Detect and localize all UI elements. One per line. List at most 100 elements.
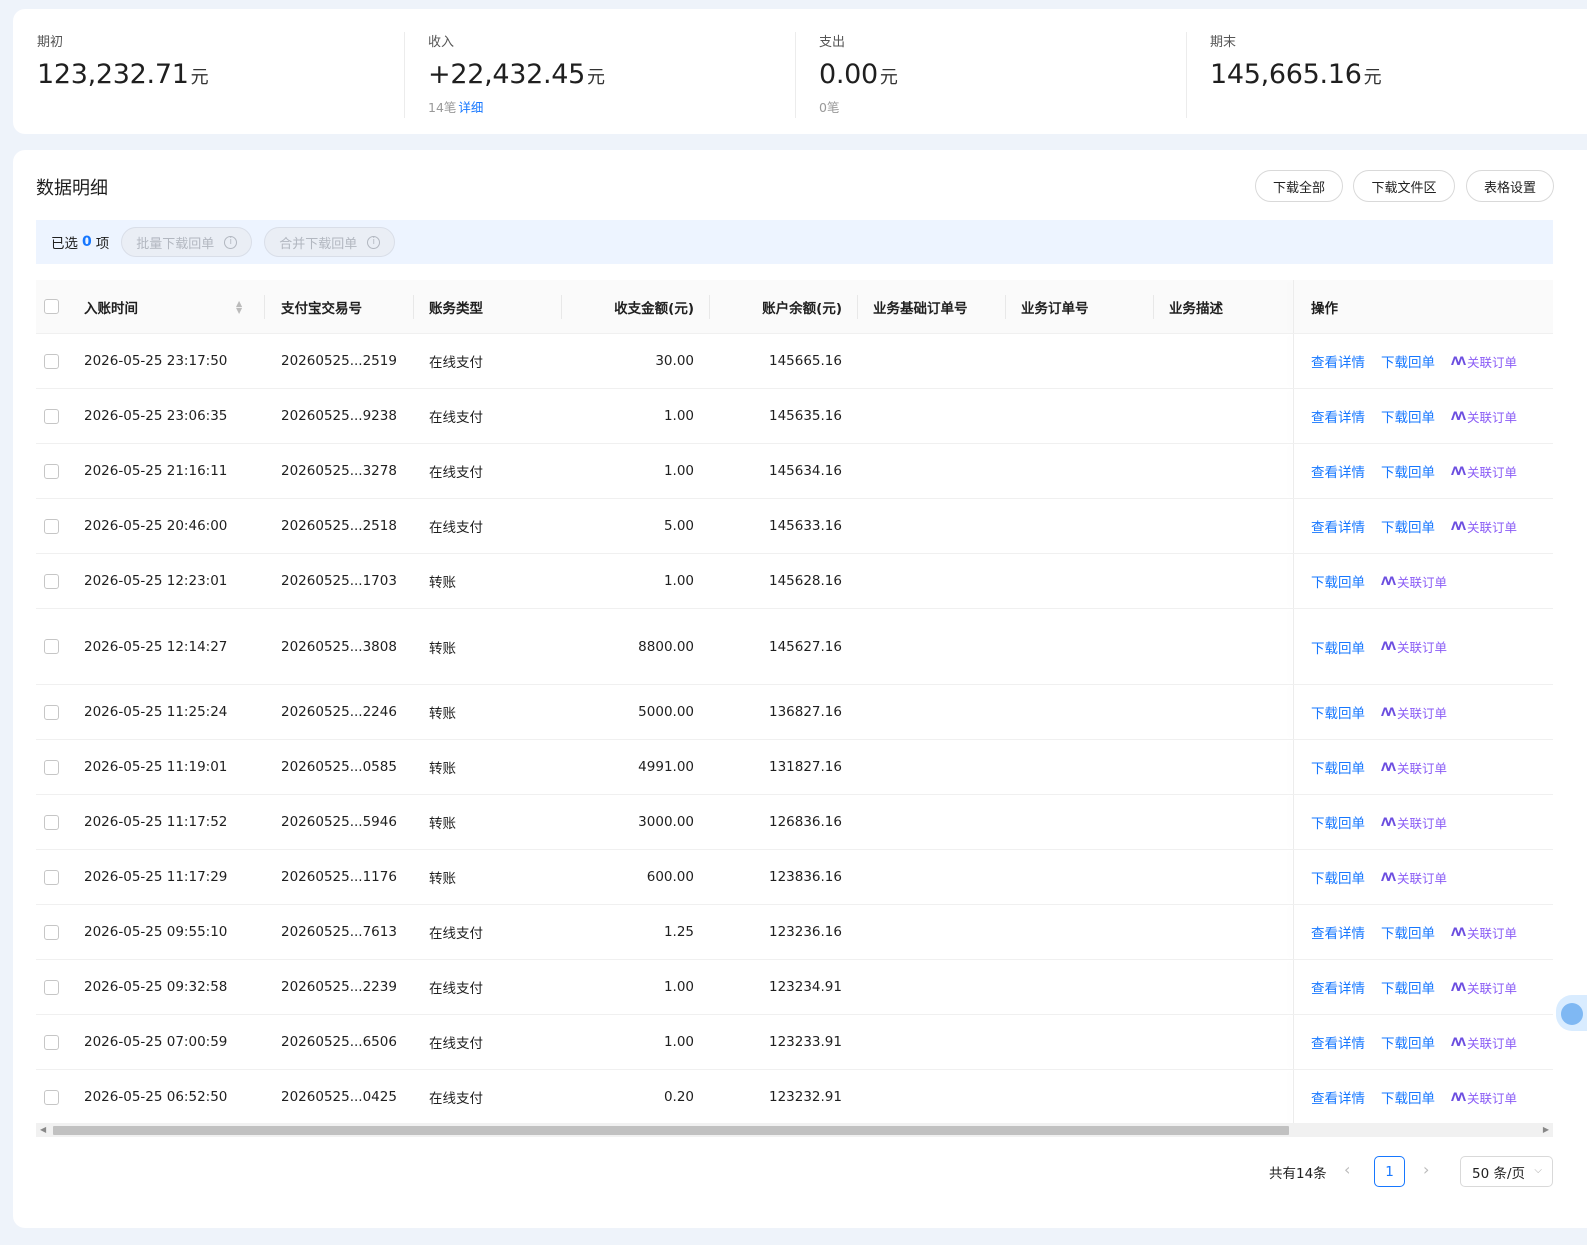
cell-amount: 1.00 (663, 463, 694, 479)
link-order-icon: ᐱᐱ (1381, 640, 1396, 653)
row-checkbox[interactable] (44, 759, 59, 775)
download-receipt-link[interactable]: 下载回单 (1381, 977, 1435, 997)
link-order-link[interactable]: ᐱᐱ 关联订单 (1451, 1033, 1517, 1052)
scrollbar-thumb[interactable] (53, 1126, 1289, 1135)
batch-download-button[interactable]: 批量下载回单 i (121, 227, 253, 257)
download-receipt-link[interactable]: 下载回单 (1311, 867, 1365, 887)
row-checkbox[interactable] (44, 1089, 59, 1105)
row-checkbox[interactable] (44, 1034, 59, 1050)
cell-type: 转账 (429, 706, 456, 722)
cell-time: 2026-05-25 23:17:50 (84, 353, 228, 369)
header-balance: 账户余额(元) (762, 300, 842, 317)
view-detail-link[interactable]: 查看详情 (1311, 1032, 1365, 1052)
link-order-link[interactable]: ᐱᐱ 关联订单 (1451, 1088, 1517, 1107)
cell-balance: 145665.16 (768, 353, 842, 369)
prev-page-icon[interactable]: ‹ (1344, 1160, 1350, 1179)
cell-trade-no: 20260525...7613 (281, 924, 397, 940)
download-all-button[interactable]: 下载全部 (1255, 170, 1343, 202)
download-receipt-link[interactable]: 下载回单 (1381, 922, 1435, 942)
download-receipt-link[interactable]: 下载回单 (1311, 637, 1365, 657)
link-order-link[interactable]: ᐱᐱ 关联订单 (1451, 462, 1517, 481)
download-receipt-link[interactable]: 下载回单 (1311, 812, 1365, 832)
page-current[interactable]: 1 (1374, 1156, 1405, 1187)
cell-amount: 0.20 (663, 1089, 694, 1105)
row-checkbox[interactable] (44, 408, 59, 424)
stat-label: 期初 (37, 35, 64, 50)
link-order-link[interactable]: ᐱᐱ 关联订单 (1381, 703, 1447, 722)
cell-ops: 下载回单 ᐱᐱ 关联订单 (1311, 795, 1447, 849)
download-receipt-link[interactable]: 下载回单 (1311, 702, 1365, 722)
row-checkbox[interactable] (44, 979, 59, 995)
stat-count: 14笔 (428, 100, 457, 115)
view-detail-link[interactable]: 查看详情 (1311, 351, 1365, 371)
stat-unit: 元 (879, 67, 898, 88)
stat-value: 0.00 (819, 59, 878, 90)
detail-card: 数据明细 下载全部 下载文件区 表格设置 已选 0 项 批量下载回单 i 合并下… (13, 150, 1587, 1228)
cell-time: 2026-05-25 11:17:29 (84, 869, 228, 885)
table-settings-button[interactable]: 表格设置 (1466, 170, 1554, 202)
row-checkbox[interactable] (44, 869, 59, 885)
cell-type: 在线支付 (429, 520, 483, 536)
cell-type: 在线支付 (429, 1036, 483, 1052)
page-size-select[interactable]: 50 条/页 ⌵ (1460, 1156, 1553, 1187)
link-order-link[interactable]: ᐱᐱ 关联订单 (1451, 407, 1517, 426)
download-receipt-link[interactable]: 下载回单 (1381, 1032, 1435, 1052)
link-order-link[interactable]: ᐱᐱ 关联订单 (1451, 352, 1517, 371)
link-order-icon: ᐱᐱ (1451, 354, 1466, 368)
cell-amount: 4991.00 (638, 759, 694, 775)
row-checkbox[interactable] (44, 463, 59, 479)
cell-time: 2026-05-25 07:00:59 (84, 1034, 228, 1050)
sort-icon[interactable]: ▲ ▼ (236, 280, 242, 333)
link-order-link[interactable]: ᐱᐱ 关联订单 (1381, 572, 1447, 591)
row-checkbox[interactable] (44, 924, 59, 940)
stat-label: 支出 (819, 35, 846, 50)
download-receipt-link[interactable]: 下载回单 (1311, 571, 1365, 591)
link-order-link[interactable]: ᐱᐱ 关联订单 (1451, 923, 1517, 942)
row-checkbox[interactable] (44, 639, 59, 654)
cell-balance: 131827.16 (768, 759, 842, 775)
download-receipt-link[interactable]: 下载回单 (1381, 461, 1435, 481)
download-receipt-link[interactable]: 下载回单 (1381, 406, 1435, 426)
view-detail-link[interactable]: 查看详情 (1311, 406, 1365, 426)
link-order-link[interactable]: ᐱᐱ 关联订单 (1381, 868, 1447, 887)
row-checkbox[interactable] (44, 353, 59, 369)
view-detail-link[interactable]: 查看详情 (1311, 461, 1365, 481)
table-row: 2026-05-25 12:23:01 20260525...1703 转账 1.00… (36, 554, 1553, 609)
link-order-link[interactable]: ᐱᐱ 关联订单 (1451, 978, 1517, 997)
horizontal-scrollbar[interactable]: ◀ ▶ (36, 1123, 1553, 1137)
download-receipt-link[interactable]: 下载回单 (1311, 757, 1365, 777)
select-all-checkbox[interactable] (44, 299, 59, 314)
download-receipt-link[interactable]: 下载回单 (1381, 351, 1435, 371)
view-detail-link[interactable]: 查看详情 (1311, 922, 1365, 942)
row-checkbox[interactable] (44, 518, 59, 534)
next-page-icon[interactable]: › (1423, 1160, 1429, 1179)
link-order-link[interactable]: ᐱᐱ 关联订单 (1451, 517, 1517, 536)
cell-time: 2026-05-25 23:06:35 (84, 408, 228, 424)
cell-type: 转账 (429, 816, 456, 832)
view-detail-link[interactable]: 查看详情 (1311, 516, 1365, 536)
stat-value: +22,432.45 (428, 59, 586, 90)
row-checkbox[interactable] (44, 573, 59, 589)
view-detail-link[interactable]: 查看详情 (1311, 977, 1365, 997)
link-order-link[interactable]: ᐱᐱ 关联订单 (1381, 813, 1447, 832)
download-files-button[interactable]: 下载文件区 (1353, 170, 1455, 202)
floating-assistant-icon[interactable] (1556, 995, 1587, 1031)
link-order-link[interactable]: ᐱᐱ 关联订单 (1381, 758, 1447, 777)
row-checkbox[interactable] (44, 814, 59, 830)
merge-download-button[interactable]: 合并下载回单 i (264, 227, 396, 257)
cell-balance: 123836.16 (768, 869, 842, 885)
view-detail-link[interactable]: 查看详情 (1311, 1087, 1365, 1107)
cell-balance: 145633.16 (768, 518, 842, 534)
link-order-link[interactable]: ᐱᐱ 关联订单 (1381, 637, 1447, 656)
income-detail-link[interactable]: 详细 (458, 100, 483, 115)
row-checkbox[interactable] (44, 704, 59, 720)
header-type: 账务类型 (429, 300, 483, 317)
download-receipt-link[interactable]: 下载回单 (1381, 1087, 1435, 1107)
info-icon: i (367, 235, 381, 249)
cell-type: 在线支付 (429, 981, 483, 997)
cell-balance: 126836.16 (768, 814, 842, 830)
cell-ops: 查看详情 下载回单 ᐱᐱ 关联订单 (1311, 389, 1517, 443)
cell-ops: 查看详情 下载回单 ᐱᐱ 关联订单 (1311, 905, 1517, 959)
download-receipt-link[interactable]: 下载回单 (1381, 516, 1435, 536)
header-time[interactable]: 入账时间 (84, 280, 138, 333)
